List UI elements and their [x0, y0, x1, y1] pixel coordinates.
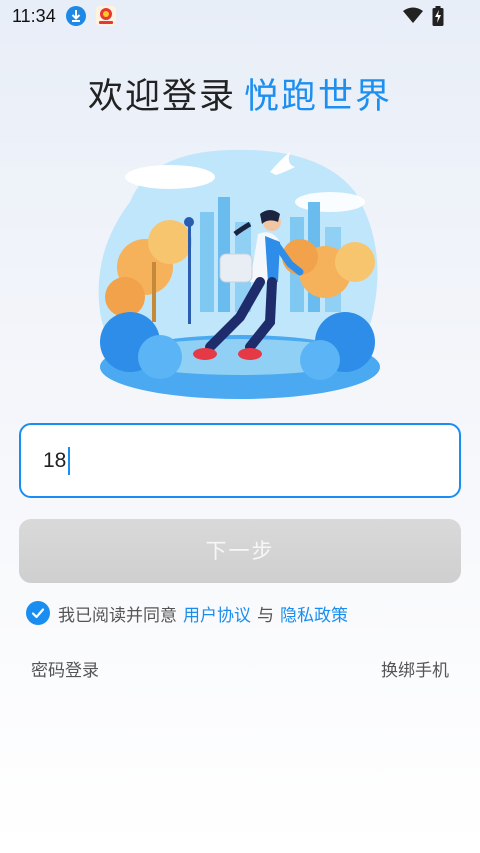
user-agreement-link[interactable]: 用户协议 — [183, 601, 251, 626]
agreement-row: 我已阅读并同意 用户协议 与 隐私政策 — [26, 601, 354, 626]
welcome-title: 欢迎登录 悦跑世界 — [0, 68, 480, 119]
app-notification-icon — [95, 5, 117, 27]
agreement-conjunction: 与 — [257, 605, 274, 626]
password-login-link[interactable]: 密码登录 — [31, 656, 99, 681]
check-icon — [31, 608, 45, 619]
app-name: 悦跑世界 — [244, 77, 393, 117]
status-bar: 11:34 — [0, 0, 480, 34]
welcome-text: 欢迎登录 — [87, 77, 236, 117]
rebind-phone-link[interactable]: 换绑手机 — [381, 656, 449, 681]
phone-input[interactable]: 18 — [19, 423, 461, 498]
phone-input-value: 18 — [43, 448, 67, 472]
status-time: 11:34 — [12, 6, 56, 26]
download-icon — [66, 6, 86, 26]
privacy-policy-link[interactable]: 隐私政策 — [280, 601, 348, 626]
runner-illustration — [90, 142, 390, 404]
battery-charging-icon — [432, 6, 444, 26]
next-button[interactable]: 下一步 — [19, 519, 461, 583]
wifi-icon — [403, 7, 423, 23]
text-caret — [68, 446, 71, 475]
agreement-checkbox[interactable] — [26, 601, 50, 625]
agreement-prefix: 我已阅读并同意 — [58, 605, 177, 626]
